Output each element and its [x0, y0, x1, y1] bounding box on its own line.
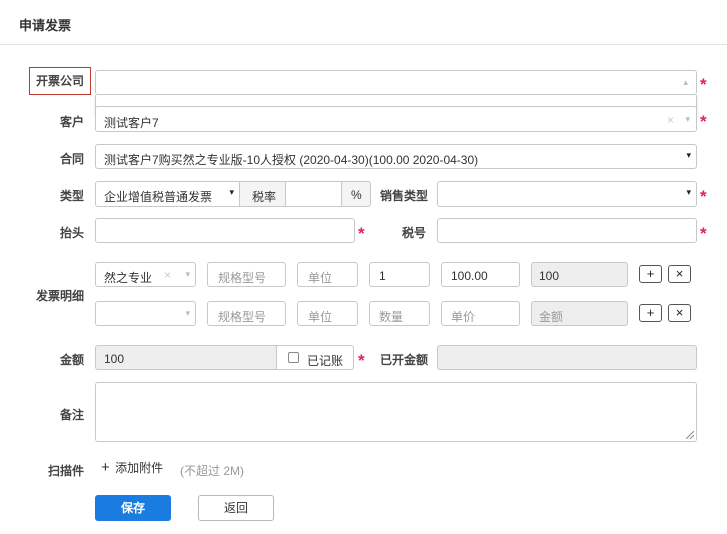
plus-icon: +	[646, 266, 655, 281]
required-star: *	[358, 351, 365, 370]
detail-spec-input[interactable]: 规格型号	[207, 301, 286, 326]
type-label: 类型	[59, 189, 84, 203]
customer-label: 客户	[59, 115, 84, 129]
close-icon: ×	[675, 266, 684, 281]
detail-product-select[interactable]: ▾	[95, 301, 196, 326]
detail-amount-field: 金额	[531, 301, 628, 326]
invoiced-amount-label: 已开金额	[379, 353, 428, 367]
recorded-addon[interactable]: 已记账	[276, 345, 354, 370]
recorded-label: 已记账	[307, 354, 344, 368]
remove-row-button[interactable]: ×	[668, 265, 691, 283]
title-divider	[0, 44, 727, 45]
contract-select-value: 测试客户7购买然之专业版-10人授权 (2020-04-30)(100.00 2…	[104, 153, 479, 167]
tax-no-label: 税号	[401, 226, 426, 240]
attachment-label: 扫描件	[47, 464, 84, 478]
resize-handle-icon[interactable]	[686, 431, 694, 439]
percent-sign: %	[351, 188, 362, 202]
detail-unit-input[interactable]: 单位	[297, 262, 358, 287]
chevron-down-icon: ▾	[685, 114, 690, 124]
chevron-down-icon: ▾	[229, 187, 234, 197]
recorded-checkbox[interactable]	[288, 352, 299, 363]
amount-label: 金额	[59, 353, 84, 367]
amount-field: 100	[95, 345, 277, 370]
detail-qty-placeholder: 数量	[379, 310, 404, 324]
detail-qty-input[interactable]: 1	[369, 262, 430, 287]
detail-unit-placeholder: 单位	[308, 271, 333, 285]
detail-price-input[interactable]: 单价	[441, 301, 520, 326]
details-label: 发票明细	[35, 289, 84, 303]
required-star: *	[700, 75, 707, 94]
required-star: *	[700, 112, 707, 131]
detail-unit-input[interactable]: 单位	[297, 301, 358, 326]
detail-product-value: 然之专业	[104, 271, 153, 285]
detail-amount-value: 100	[539, 269, 560, 283]
detail-unit-placeholder: 单位	[308, 310, 333, 324]
remove-row-button[interactable]: ×	[668, 304, 691, 322]
required-star: *	[358, 224, 365, 243]
chevron-down-icon: ▾	[686, 187, 691, 197]
tax-rate-addon: 税率	[239, 181, 286, 207]
invoice-type-select[interactable]: 企业增值税普通发票 ▾	[95, 181, 240, 207]
sales-type-select[interactable]: ▾	[437, 181, 697, 207]
add-row-button[interactable]: +	[639, 265, 662, 283]
page-title: 申请发票	[19, 18, 72, 33]
amount-value: 100	[104, 352, 125, 366]
add-row-button[interactable]: +	[639, 304, 662, 322]
customer-select-value: 测试客户7	[104, 116, 159, 130]
company-select[interactable]: ▴	[95, 70, 697, 95]
clear-icon[interactable]: ×	[667, 113, 674, 127]
company-label: 开票公司	[29, 67, 91, 95]
detail-spec-input[interactable]: 规格型号	[207, 262, 286, 287]
sales-type-label: 销售类型	[379, 189, 428, 203]
tax-no-input[interactable]	[437, 218, 697, 243]
save-button[interactable]: 保存	[95, 495, 171, 521]
tax-rate-input[interactable]	[285, 181, 342, 207]
percent-addon: %	[341, 181, 371, 207]
customer-select[interactable]: 测试客户7 × ▾	[95, 106, 697, 132]
plus-icon: +	[646, 305, 655, 320]
detail-spec-placeholder: 规格型号	[218, 271, 267, 285]
remark-textarea[interactable]	[95, 382, 697, 442]
detail-spec-placeholder: 规格型号	[218, 310, 267, 324]
detail-product-select[interactable]: 然之专业 × ▾	[95, 262, 196, 287]
chevron-down-icon: ▾	[185, 269, 190, 279]
clear-icon[interactable]: ×	[164, 268, 171, 282]
invoice-type-value: 企业增值税普通发票	[104, 190, 213, 204]
detail-amount-placeholder: 金额	[539, 310, 564, 324]
invoiced-amount-field	[437, 345, 697, 370]
plus-icon: +	[101, 459, 110, 476]
add-attachment-link[interactable]: + 添加附件	[101, 459, 163, 477]
contract-label: 合同	[59, 152, 84, 166]
header-input[interactable]	[95, 218, 355, 243]
chevron-down-icon: ▾	[185, 308, 190, 318]
detail-price-input[interactable]: 100.00	[441, 262, 520, 287]
detail-price-value: 100.00	[451, 269, 488, 283]
tax-rate-label: 税率	[252, 190, 277, 204]
required-star: *	[700, 187, 707, 206]
back-button[interactable]: 返回	[198, 495, 274, 521]
header-label: 抬头	[59, 226, 84, 240]
remark-label: 备注	[59, 408, 84, 422]
detail-price-placeholder: 单价	[451, 310, 476, 324]
attachment-hint: (不超过 2M)	[180, 464, 244, 478]
contract-select[interactable]: 测试客户7购买然之专业版-10人授权 (2020-04-30)(100.00 2…	[95, 144, 697, 169]
chevron-down-icon: ▾	[686, 150, 691, 160]
required-star: *	[700, 224, 707, 243]
detail-qty-value: 1	[379, 269, 386, 283]
detail-amount-field: 100	[531, 262, 628, 287]
close-icon: ×	[675, 305, 684, 320]
add-attachment-label: 添加附件	[115, 461, 164, 475]
caret-up-icon: ▴	[683, 77, 688, 87]
detail-qty-input[interactable]: 数量	[369, 301, 430, 326]
